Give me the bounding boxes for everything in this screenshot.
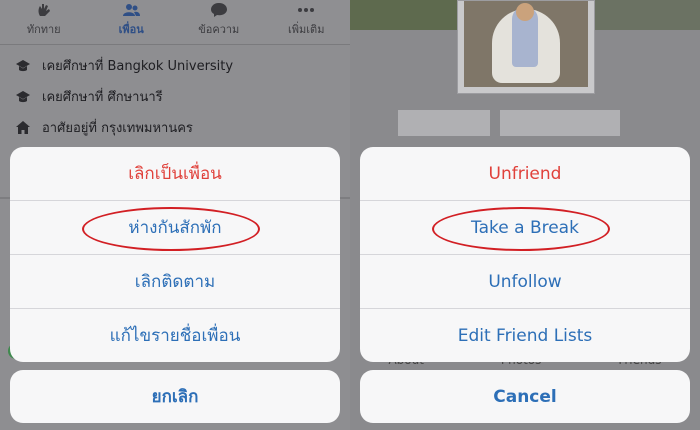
graduation-cap-icon [16, 91, 30, 103]
wave-hand-icon [38, 4, 50, 16]
unfollow-button[interactable]: Unfollow [360, 255, 690, 309]
tab-messages[interactable]: ข้อความ [175, 0, 263, 44]
take-a-break-button[interactable]: ห่างกันสักพัก [10, 201, 340, 255]
tab-label: ข้อความ [198, 23, 240, 36]
info-education-2: เคยศึกษาที่ ศึกษานารี [0, 81, 350, 112]
profile-photo-image [464, 1, 588, 87]
action-label: Unfollow [488, 271, 562, 292]
edit-friend-lists-button[interactable]: แก้ไขรายชื่อเพื่อน [10, 309, 340, 362]
action-label: แก้ไขรายชื่อเพื่อน [109, 326, 241, 346]
photo-head-shape [516, 3, 534, 21]
unfriend-button[interactable]: Unfriend [360, 147, 690, 201]
unfollow-button[interactable]: เลิกติดตาม [10, 255, 340, 309]
cover-photo-left [350, 0, 460, 30]
cancel-button[interactable]: ยกเลิก [10, 370, 340, 423]
info-residence: อาศัยอยู่ที่ กรุงเทพมหานคร [0, 112, 350, 143]
friends-icon [123, 4, 141, 16]
cancel-label: ยกเลิก [151, 387, 199, 407]
blurred-name-block [500, 110, 620, 136]
messenger-icon [210, 3, 227, 17]
action-sheet: Unfriend Take a Break Unfollow Edit Frie… [360, 147, 690, 362]
graduation-cap-icon [16, 60, 30, 72]
cancel-label: Cancel [493, 386, 557, 407]
tab-more[interactable]: เพิ่มเติม [263, 0, 351, 44]
tab-label: ทักทาย [26, 23, 61, 36]
action-label: Take a Break [471, 217, 579, 238]
right-screenshot-english: About Photos Friends Unfriend Take a Bre… [350, 0, 700, 430]
action-label: Unfriend [488, 163, 562, 184]
cover-photo-right [590, 0, 700, 30]
action-sheet: เลิกเป็นเพื่อน ห่างกันสักพัก เลิกติดตาม … [10, 147, 340, 362]
action-label: ห่างกันสักพัก [128, 218, 222, 238]
action-label: เลิกติดตาม [134, 272, 216, 292]
left-screenshot-thai: ทักทาย เพื่อน ข้อความ เพิ่มเติม เคยศึกษา… [0, 0, 350, 430]
tab-friends[interactable]: เพื่อน [88, 0, 176, 44]
cancel-button[interactable]: Cancel [360, 370, 690, 423]
info-education-1: เคยศึกษาที่ Bangkok University [0, 50, 350, 81]
info-text: เคยศึกษาที่ Bangkok University [42, 59, 234, 74]
blurred-name-block [398, 110, 490, 136]
action-label: เลิกเป็นเพื่อน [128, 164, 222, 184]
profile-info-list: เคยศึกษาที่ Bangkok University เคยศึกษาท… [0, 50, 350, 143]
edit-friend-lists-button[interactable]: Edit Friend Lists [360, 309, 690, 362]
take-a-break-button[interactable]: Take a Break [360, 201, 690, 255]
profile-picture[interactable] [457, 0, 595, 94]
more-icon [298, 8, 315, 12]
tab-label: เพื่อน [118, 23, 144, 36]
tab-greet[interactable]: ทักทาย [0, 0, 88, 44]
action-label: Edit Friend Lists [457, 325, 593, 346]
tab-label: เพิ่มเติม [288, 23, 325, 36]
info-text: เคยศึกษาที่ ศึกษานารี [42, 90, 163, 105]
profile-tab-bar: ทักทาย เพื่อน ข้อความ เพิ่มเติม [0, 0, 350, 45]
home-icon [16, 121, 30, 134]
info-text: อาศัยอยู่ที่ กรุงเทพมหานคร [42, 121, 193, 136]
unfriend-button[interactable]: เลิกเป็นเพื่อน [10, 147, 340, 201]
